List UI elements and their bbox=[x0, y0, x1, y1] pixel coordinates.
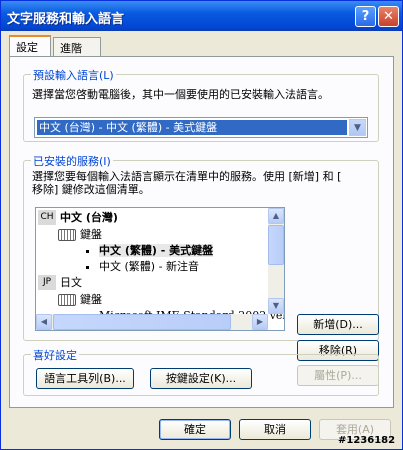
scroll-up-icon[interactable]: ▲ bbox=[268, 208, 284, 224]
help-icon: ? bbox=[361, 9, 370, 24]
tree-item[interactable]: 中文 (繁體) - 新注音 bbox=[86, 259, 199, 274]
language-name: 中文 (台灣) bbox=[60, 211, 118, 224]
ok-button[interactable]: 確定 bbox=[159, 419, 231, 440]
keyboard-label: 鍵盤 bbox=[80, 293, 102, 306]
language-bar-button[interactable]: 語言工具列(B)... bbox=[36, 368, 134, 389]
keyboard-icon bbox=[58, 229, 76, 241]
default-language-description: 選擇當您啓動電腦後，其中一個要使用的已安裝輸入法語言。 bbox=[32, 88, 329, 101]
keyboard-icon bbox=[58, 294, 76, 306]
close-button[interactable]: ✕ bbox=[378, 6, 399, 27]
tab-advanced[interactable]: 進階 bbox=[53, 37, 101, 56]
horizontal-scrollbar[interactable]: ◀ ▶ bbox=[36, 314, 268, 330]
tree-item-selected[interactable]: 中文 (繁體) - 美式鍵盤 bbox=[86, 243, 214, 258]
key-settings-button[interactable]: 按鍵設定(K)... bbox=[150, 368, 252, 389]
bullet-icon bbox=[86, 265, 89, 269]
installed-services-description-1: 選擇您要每個輸入法語言顯示在清單中的服務。使用 [新增] 和 [ bbox=[32, 170, 342, 183]
tree-keyboard-japanese[interactable]: 鍵盤 bbox=[58, 292, 102, 307]
scroll-left-icon[interactable]: ◀ bbox=[36, 314, 52, 330]
tree-language-japanese[interactable]: JP 日文 bbox=[38, 275, 82, 290]
tree-keyboard-chinese[interactable]: 鍵盤 bbox=[58, 227, 102, 242]
preferences-group: 喜好設定 語言工具列(B)... 按鍵設定(K)... bbox=[23, 347, 379, 396]
services-tree[interactable]: CH 中文 (台灣) 鍵盤 中文 (繁體) - 美式鍵盤 中文 (繁體) - 新注… bbox=[35, 207, 285, 331]
default-language-select[interactable]: 中文 (台灣) - 中文 (繁體) - 美式鍵盤 ▼ bbox=[34, 117, 368, 138]
default-language-selected: 中文 (台灣) - 中文 (繁體) - 美式鍵盤 bbox=[37, 120, 347, 135]
tree-language-chinese[interactable]: CH 中文 (台灣) bbox=[38, 210, 118, 225]
title-bar[interactable]: 文字服務和輸入語言 ? ✕ bbox=[1, 1, 402, 31]
installed-services-label: 已安裝的服務(I) bbox=[31, 153, 113, 169]
default-language-label: 預設輸入語言(L) bbox=[31, 67, 116, 83]
watermark-text: #1236182 bbox=[338, 435, 396, 446]
scroll-right-icon[interactable]: ▶ bbox=[252, 314, 268, 330]
help-button[interactable]: ? bbox=[355, 6, 376, 27]
language-code-badge: CH bbox=[38, 210, 56, 225]
service-name: 中文 (繁體) - 新注音 bbox=[99, 260, 200, 273]
preferences-label: 喜好設定 bbox=[31, 347, 79, 363]
service-name: 中文 (繁體) - 美式鍵盤 bbox=[99, 244, 214, 257]
cancel-button[interactable]: 取消 bbox=[239, 419, 311, 440]
dialog-window: 文字服務和輸入語言 ? ✕ 設定 進階 預設輸入語言(L) 選擇當您啓動電腦後，… bbox=[0, 0, 403, 450]
tab-panel-settings: 預設輸入語言(L) 選擇當您啓動電腦後，其中一個要使用的已安裝輸入法語言。 中文… bbox=[9, 56, 394, 408]
window-title: 文字服務和輸入語言 bbox=[7, 12, 125, 27]
installed-services-group: 已安裝的服務(I) 選擇您要每個輸入法語言顯示在清單中的服務。使用 [新增] 和… bbox=[23, 153, 379, 386]
vertical-scroll-thumb[interactable] bbox=[268, 225, 284, 265]
add-button[interactable]: 新增(D)... bbox=[297, 314, 379, 335]
vertical-scrollbar[interactable]: ▲ ▼ bbox=[268, 208, 284, 314]
language-name: 日文 bbox=[60, 276, 82, 289]
default-language-group: 預設輸入語言(L) 選擇當您啓動電腦後，其中一個要使用的已安裝輸入法語言。 中文… bbox=[23, 67, 379, 142]
chevron-down-icon[interactable]: ▼ bbox=[349, 119, 366, 136]
tab-settings[interactable]: 設定 bbox=[9, 35, 51, 56]
horizontal-scroll-thumb[interactable] bbox=[53, 314, 231, 330]
bullet-icon bbox=[86, 249, 89, 253]
keyboard-label: 鍵盤 bbox=[80, 228, 102, 241]
scroll-down-icon[interactable]: ▼ bbox=[268, 298, 284, 314]
installed-services-description-2: 移除] 鍵修改這個清單。 bbox=[32, 183, 150, 196]
close-icon: ✕ bbox=[383, 9, 394, 24]
language-code-badge: JP bbox=[38, 275, 56, 290]
